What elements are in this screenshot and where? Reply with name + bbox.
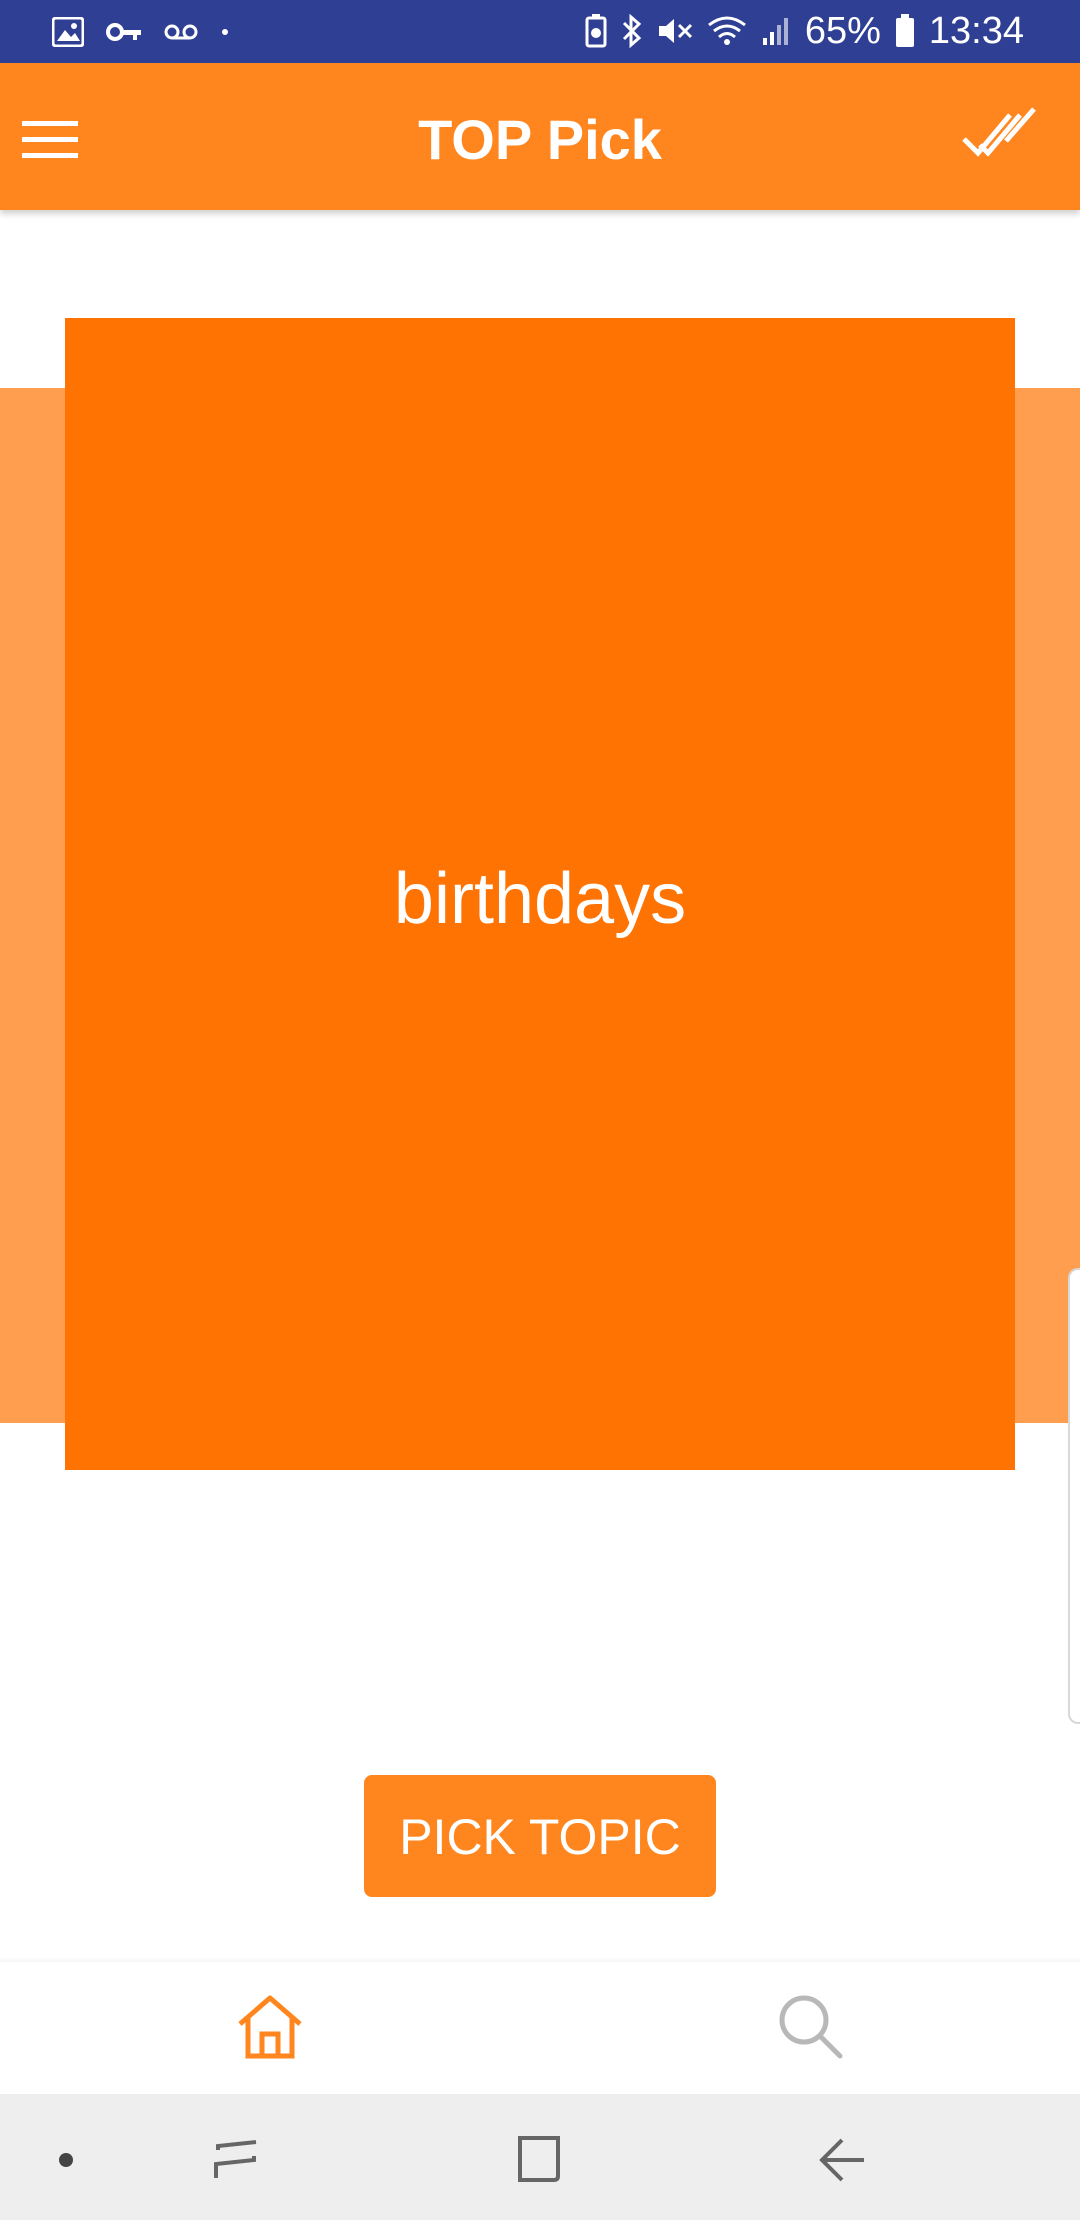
topic-card[interactable]: birthdays: [65, 318, 1015, 1470]
key-icon: [106, 21, 142, 43]
nav-dot-button[interactable]: [38, 2130, 98, 2190]
topic-card-label: birthdays: [393, 859, 687, 939]
status-bar: 65% 13:34: [0, 0, 1080, 63]
battery-icon: [895, 14, 915, 48]
voicemail-icon: [164, 23, 198, 41]
back-arrow-icon: [819, 2138, 864, 2182]
back-button[interactable]: [812, 2130, 872, 2190]
battery-saver-icon: [585, 14, 607, 48]
done-button[interactable]: [960, 101, 1040, 171]
system-navigation-bar: [0, 2094, 1080, 2220]
system-status-icons: 65% 13:34: [585, 8, 1024, 54]
home-icon: [238, 1995, 302, 2059]
square-home-icon: [518, 2136, 560, 2182]
dot-icon: [220, 27, 230, 37]
search-icon: [779, 1995, 843, 2059]
image-icon: [52, 17, 84, 47]
clock: 13:34: [928, 9, 1024, 52]
page-title: TOP Pick: [418, 108, 662, 171]
side-panel-handle[interactable]: [1068, 1268, 1080, 1724]
nav-search-tab[interactable]: [774, 1990, 846, 2062]
pick-topic-button[interactable]: PICK TOPIC: [364, 1775, 716, 1897]
signal-icon: [761, 16, 791, 46]
recent-apps-icon: [214, 2140, 257, 2178]
wifi-icon: [707, 15, 747, 47]
bluetooth-icon: [621, 14, 643, 48]
app-bar: TOP Pick: [0, 63, 1080, 210]
nav-home-tab[interactable]: [234, 1992, 306, 2064]
mute-icon: [657, 15, 693, 47]
notification-icons: [52, 12, 230, 52]
battery-percent: 65%: [804, 9, 881, 52]
double-check-icon: [962, 107, 1036, 157]
dot-icon: [59, 2153, 73, 2167]
home-system-button[interactable]: [508, 2130, 568, 2190]
recent-apps-button[interactable]: [206, 2130, 266, 2190]
bottom-navigation: [0, 1962, 1080, 2094]
